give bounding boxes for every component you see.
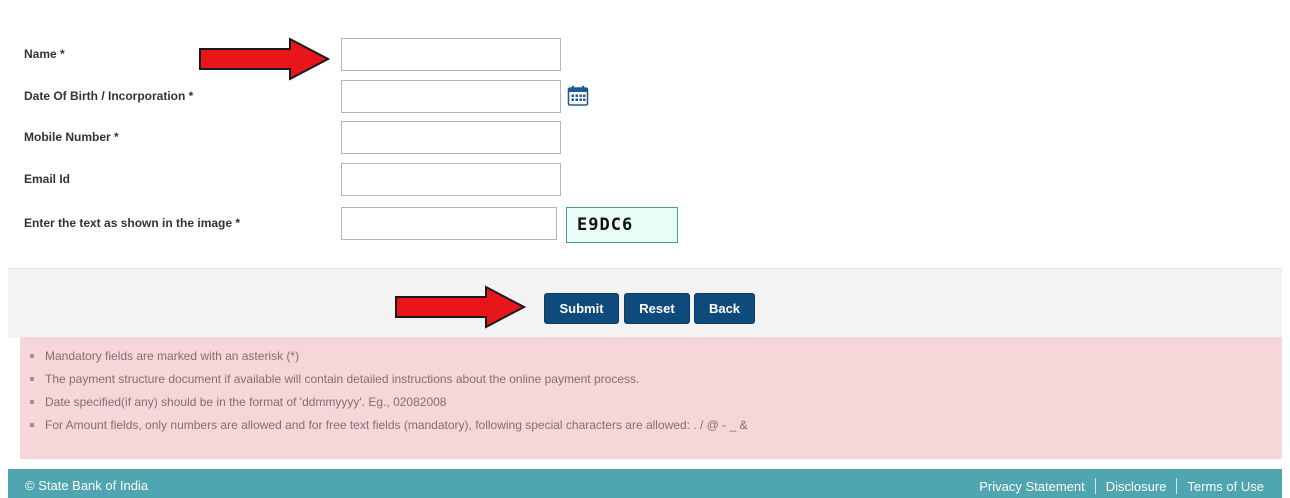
list-item: Mandatory fields are marked with an aste… — [28, 348, 1282, 371]
red-arrow-icon — [199, 37, 330, 81]
dob-row: Date Of Birth / Incorporation * — [8, 80, 1282, 114]
payment-form: Name * Date Of Birth / Incorporation * M… — [8, 0, 1282, 268]
captcha-input[interactable] — [341, 207, 557, 240]
button-bar: Submit Reset Back — [8, 268, 1282, 338]
mobile-input[interactable] — [341, 121, 561, 154]
captcha-row: Enter the text as shown in the image * E… — [8, 207, 1282, 243]
divider — [1176, 478, 1178, 494]
email-label: Email Id — [24, 172, 71, 186]
email-input[interactable] — [341, 163, 561, 196]
disclosure-link[interactable]: Disclosure — [1106, 479, 1167, 494]
dob-label: Date Of Birth / Incorporation * — [24, 89, 194, 103]
name-input[interactable] — [341, 38, 561, 71]
footer: © State Bank of India Privacy Statement … — [8, 469, 1282, 498]
terms-of-use-link[interactable]: Terms of Use — [1187, 479, 1264, 494]
email-row: Email Id — [8, 163, 1282, 197]
mobile-label: Mobile Number * — [24, 130, 119, 144]
reset-button[interactable]: Reset — [624, 293, 690, 324]
captcha-label: Enter the text as shown in the image * — [24, 216, 241, 230]
instructions-panel: Mandatory fields are marked with an aste… — [20, 337, 1282, 459]
page: Name * Date Of Birth / Incorporation * M… — [0, 0, 1290, 498]
calendar-icon[interactable] — [567, 85, 589, 107]
mobile-row: Mobile Number * — [8, 121, 1282, 155]
list-item: For Amount fields, only numbers are allo… — [28, 417, 1282, 440]
privacy-statement-link[interactable]: Privacy Statement — [979, 479, 1085, 494]
divider — [1094, 478, 1096, 494]
instructions-list: Mandatory fields are marked with an aste… — [28, 348, 1282, 440]
back-button[interactable]: Back — [694, 293, 755, 324]
copyright-text: © State Bank of India — [25, 478, 149, 493]
footer-links: Privacy Statement Disclosure Terms of Us… — [979, 478, 1264, 494]
list-item: Date specified(if any) should be in the … — [28, 394, 1282, 417]
dob-input[interactable] — [341, 80, 561, 113]
captcha-image: E9DC6 — [566, 207, 678, 243]
list-item: The payment structure document if availa… — [28, 371, 1282, 394]
name-label: Name * — [24, 47, 65, 61]
red-arrow-icon — [395, 285, 526, 329]
submit-button[interactable]: Submit — [544, 293, 619, 324]
